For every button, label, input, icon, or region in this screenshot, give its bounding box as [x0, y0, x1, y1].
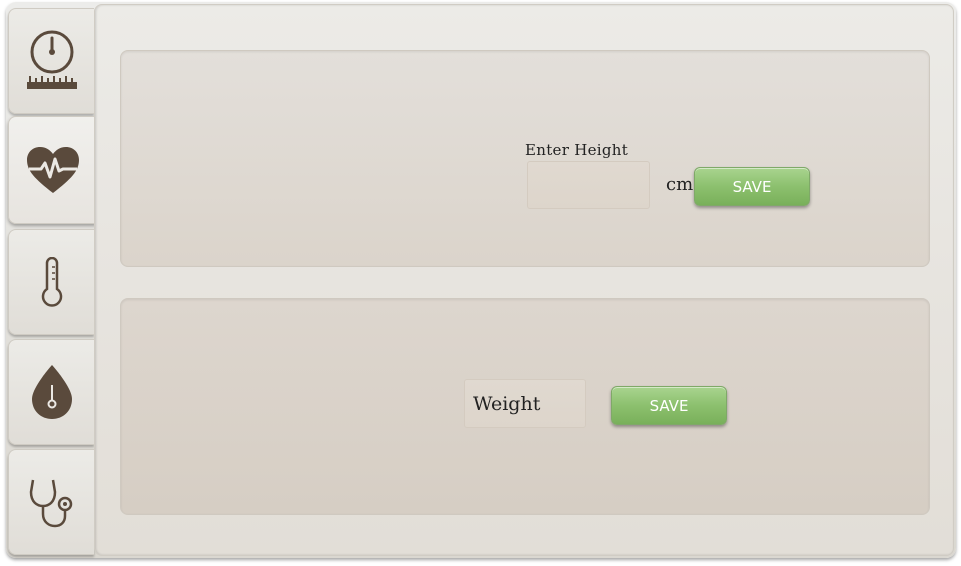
height-unit: cm	[666, 174, 694, 195]
tab-gauge[interactable]	[8, 8, 94, 114]
save-height-button[interactable]: SAVE	[694, 167, 810, 206]
height-input[interactable]	[527, 161, 650, 209]
tab-blood[interactable]	[8, 339, 94, 445]
blood-drop-icon	[31, 365, 72, 419]
tab-stethoscope[interactable]	[8, 449, 94, 555]
weight-input[interactable]	[464, 379, 586, 428]
save-weight-button[interactable]: SAVE	[611, 386, 727, 425]
gauge-ruler-icon	[26, 30, 77, 89]
height-label: Enter Height	[525, 141, 629, 159]
tab-temperature[interactable]	[8, 229, 94, 335]
stethoscope-icon	[29, 479, 72, 528]
heart-pulse-icon	[26, 147, 79, 193]
tab-heart[interactable]	[8, 116, 96, 224]
thermometer-icon	[41, 257, 62, 307]
